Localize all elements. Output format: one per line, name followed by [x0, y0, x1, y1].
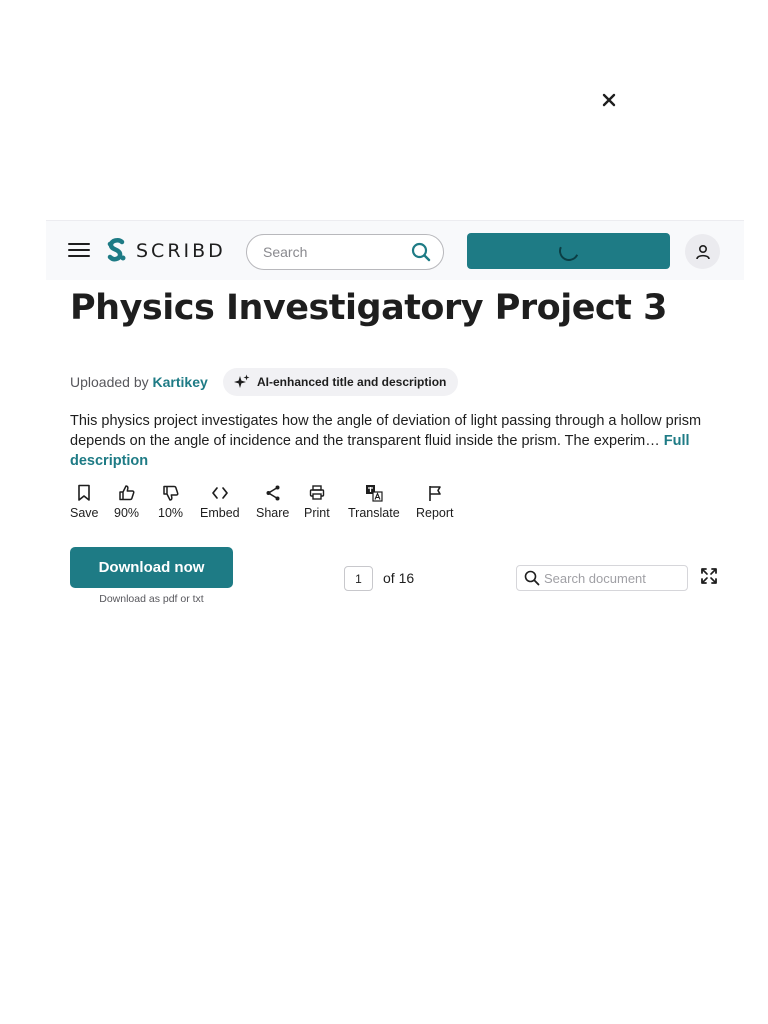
- document-description: This physics project investigates how th…: [70, 411, 720, 471]
- code-icon: [211, 487, 228, 499]
- search-icon: [524, 570, 540, 586]
- loading-cta-button[interactable]: [467, 233, 670, 269]
- close-icon: [602, 93, 616, 107]
- bookmark-icon: [78, 484, 91, 501]
- dislike-button[interactable]: 10%: [158, 484, 183, 520]
- uploader-line: Uploaded by Kartikey: [70, 374, 208, 390]
- like-percent: 90%: [114, 506, 140, 520]
- description-text: This physics project investigates how th…: [70, 413, 702, 449]
- menu-icon[interactable]: [68, 243, 90, 259]
- share-icon: [266, 485, 280, 501]
- document-actions: Save 90% 10% Embed Share Print Translate…: [0, 484, 768, 524]
- ai-badge-label: AI-enhanced title and description: [257, 375, 447, 389]
- download-subtext: Download as pdf or txt: [99, 593, 204, 605]
- translate-button[interactable]: Translate: [348, 484, 400, 520]
- share-label: Share: [256, 506, 290, 520]
- uploader-link[interactable]: Kartikey: [153, 374, 208, 390]
- embed-button[interactable]: Embed: [200, 484, 240, 520]
- embed-label: Embed: [200, 506, 240, 520]
- thumbs-down-icon: [162, 485, 179, 501]
- ai-enhanced-badge[interactable]: AI-enhanced title and description: [223, 368, 459, 396]
- dislike-percent: 10%: [158, 506, 184, 520]
- translate-label: Translate: [348, 506, 400, 520]
- save-label: Save: [70, 506, 99, 520]
- share-button[interactable]: Share: [256, 484, 289, 520]
- top-navigation-bar: SCRIBD: [46, 220, 744, 280]
- fullscreen-icon[interactable]: [700, 567, 718, 585]
- scribd-logo[interactable]: SCRIBD: [106, 238, 226, 264]
- like-button[interactable]: 90%: [114, 484, 139, 520]
- translate-icon: [365, 485, 383, 502]
- document-title: Physics Investigatory Project 3: [70, 288, 667, 328]
- report-button[interactable]: Report: [416, 484, 454, 520]
- print-label: Print: [304, 506, 330, 520]
- search-input[interactable]: [263, 244, 411, 260]
- document-search-input[interactable]: [544, 570, 687, 586]
- flag-icon: [428, 486, 441, 501]
- print-button[interactable]: Print: [304, 484, 330, 520]
- total-pages-label: of 16: [383, 570, 415, 586]
- logo-text: SCRIBD: [136, 240, 226, 262]
- scribd-logo-icon: [107, 238, 126, 262]
- loading-spinner-icon: [555, 238, 582, 264]
- uploaded-by-label: Uploaded by: [70, 374, 149, 390]
- search-bar: [246, 234, 444, 270]
- thumbs-up-icon: [118, 485, 135, 501]
- report-label: Report: [416, 506, 454, 520]
- close-button[interactable]: [598, 89, 620, 111]
- save-button[interactable]: Save: [70, 484, 99, 520]
- page-number-input[interactable]: [344, 566, 373, 591]
- download-now-button[interactable]: Download now: [70, 547, 233, 588]
- user-icon: [695, 244, 710, 259]
- user-account-button[interactable]: [685, 234, 720, 269]
- document-search-bar: [516, 565, 688, 591]
- sparkle-icon: [234, 374, 250, 388]
- printer-icon: [309, 485, 325, 500]
- search-icon[interactable]: [411, 242, 431, 262]
